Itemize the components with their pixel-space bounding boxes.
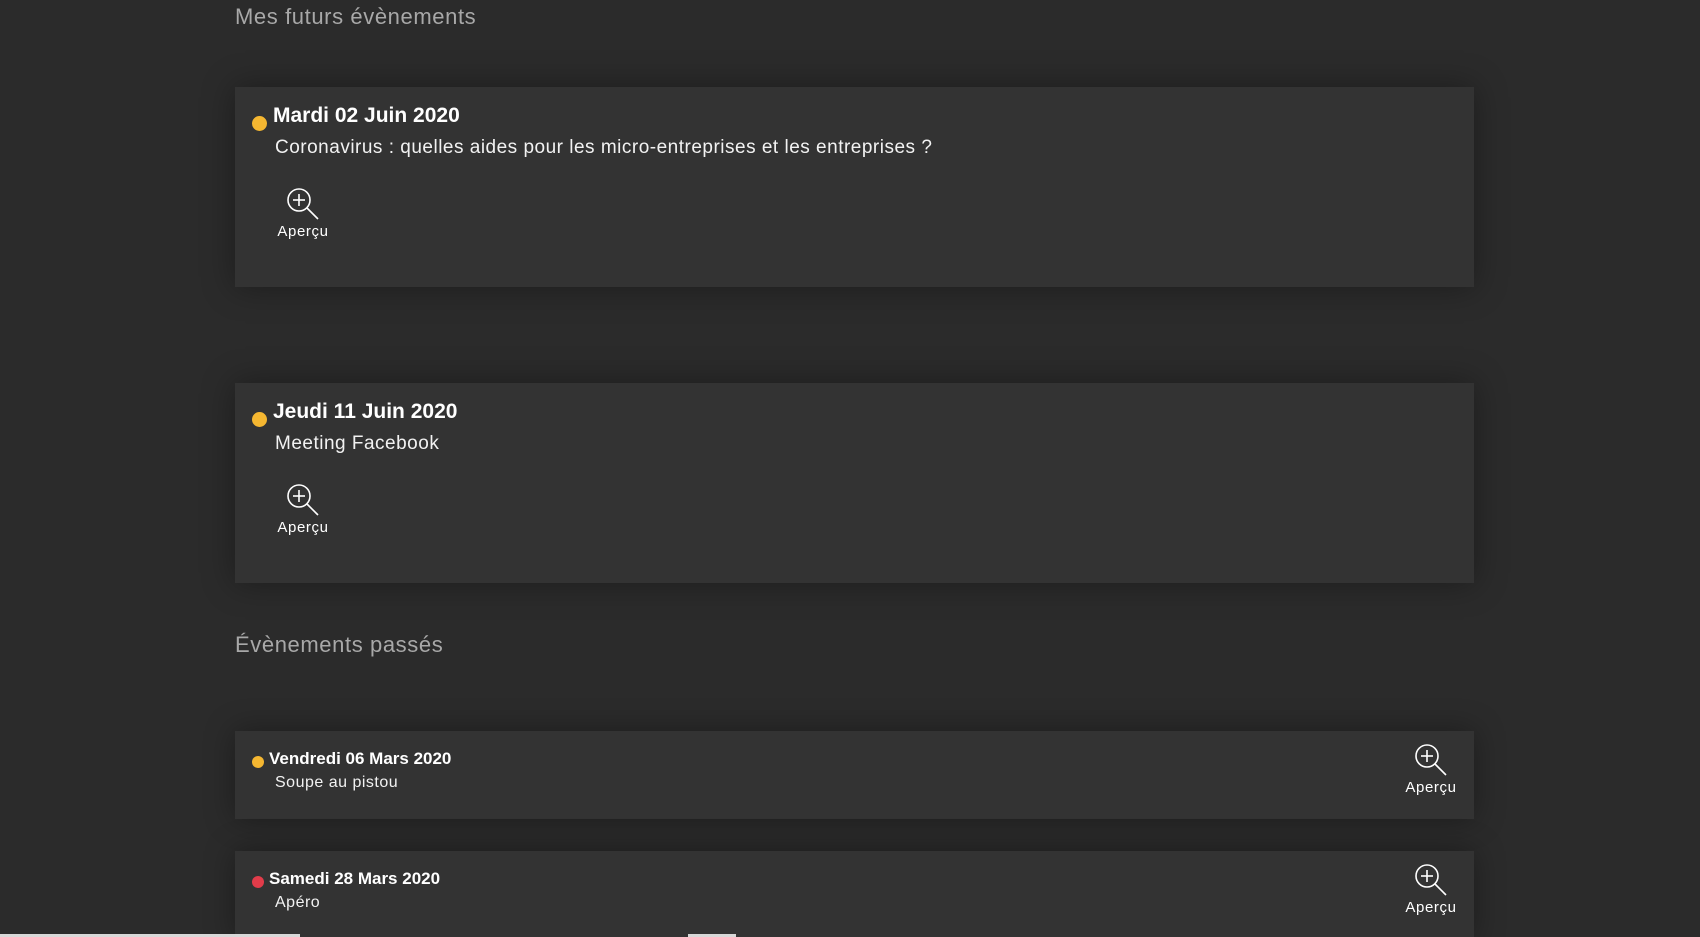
status-dot — [252, 876, 264, 888]
zoom-in-icon — [1415, 864, 1447, 896]
zoom-in-icon — [287, 188, 319, 220]
past-events-heading: Évènements passés — [235, 632, 444, 657]
preview-label: Aperçu — [277, 519, 329, 536]
upcoming-events-heading: Mes futurs évènements — [235, 4, 477, 29]
past-event-card: Samedi 28 Mars 2020 Apéro Aperçu — [235, 851, 1474, 937]
events-page: Mes futurs évènements Mardi 02 Juin 2020… — [0, 0, 1700, 937]
preview-button[interactable]: Aperçu — [1396, 863, 1466, 916]
preview-button[interactable]: Aperçu — [1396, 743, 1466, 796]
zoom-in-icon — [1415, 744, 1447, 776]
status-dot — [252, 412, 267, 427]
event-title: Soupe au pistou — [275, 774, 399, 791]
zoom-in-icon — [287, 484, 319, 516]
event-date: Mardi 02 Juin 2020 — [273, 104, 460, 127]
event-title: Meeting Facebook — [275, 433, 440, 454]
preview-button[interactable]: Aperçu — [268, 483, 338, 536]
past-event-card: Vendredi 06 Mars 2020 Soupe au pistou Ap… — [235, 731, 1474, 819]
event-date: Jeudi 11 Juin 2020 — [273, 400, 458, 423]
event-date: Samedi 28 Mars 2020 — [269, 869, 441, 888]
event-title: Apéro — [275, 894, 321, 911]
event-date: Vendredi 06 Mars 2020 — [269, 749, 452, 768]
upcoming-event-card: Jeudi 11 Juin 2020 Meeting Facebook Aper… — [235, 383, 1474, 583]
event-title: Coronavirus : quelles aides pour les mic… — [275, 137, 933, 158]
preview-label: Aperçu — [1405, 899, 1457, 916]
preview-label: Aperçu — [277, 223, 329, 240]
upcoming-event-card: Mardi 02 Juin 2020 Coronavirus : quelles… — [235, 87, 1474, 287]
status-dot — [252, 116, 267, 131]
status-dot — [252, 756, 264, 768]
preview-button[interactable]: Aperçu — [268, 187, 338, 240]
preview-label: Aperçu — [1405, 779, 1457, 796]
